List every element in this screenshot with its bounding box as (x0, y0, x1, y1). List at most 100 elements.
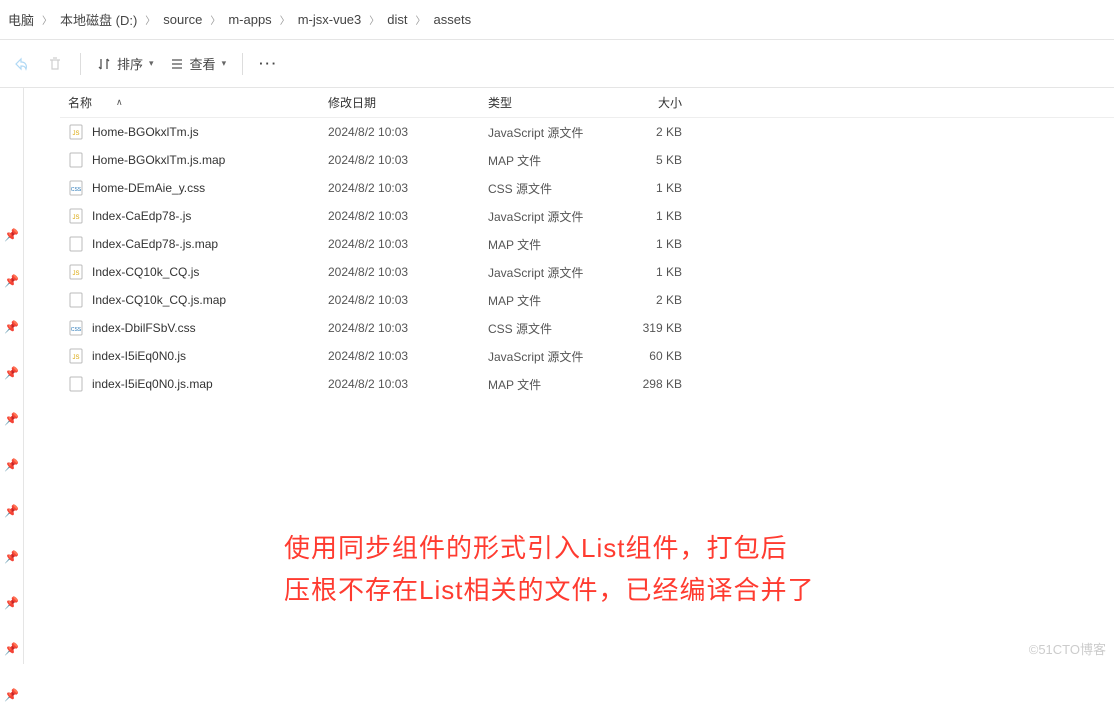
view-button[interactable]: 查看 ▾ (170, 54, 227, 73)
file-row[interactable]: CSSHome-DEmAie_y.css2024/8/2 10:03CSS 源文… (60, 174, 1114, 202)
file-row[interactable]: JSIndex-CaEdp78-.js2024/8/2 10:03JavaScr… (60, 202, 1114, 230)
sort-button[interactable]: 排序 ▾ (97, 54, 154, 73)
pin-icon[interactable]: 📌 (4, 504, 19, 518)
chevron-right-icon: 〉 (369, 12, 379, 27)
svg-text:JS: JS (72, 355, 79, 361)
svg-text:CSS: CSS (71, 187, 82, 193)
chevron-right-icon: 〉 (280, 12, 290, 27)
breadcrumb: 电脑 〉 本地磁盘 (D:) 〉 source 〉 m-apps 〉 m-jsx… (0, 0, 1114, 40)
col-type[interactable]: 类型 (480, 94, 610, 111)
file-type: CSS 源文件 (480, 320, 610, 337)
file-date: 2024/8/2 10:03 (320, 209, 480, 223)
file-name-cell: index-I5iEq0N0.js.map (60, 376, 320, 392)
file-date: 2024/8/2 10:03 (320, 265, 480, 279)
pin-icon[interactable]: 📌 (4, 688, 19, 702)
file-date: 2024/8/2 10:03 (320, 125, 480, 139)
file-size: 5 KB (610, 153, 690, 167)
file-size: 2 KB (610, 293, 690, 307)
file-icon: CSS (68, 180, 84, 196)
svg-text:CSS: CSS (71, 327, 82, 333)
file-type: JavaScript 源文件 (480, 264, 610, 281)
file-row[interactable]: Home-BGOkxlTm.js.map2024/8/2 10:03MAP 文件… (60, 146, 1114, 174)
view-label: 查看 (190, 54, 216, 73)
file-name: Index-CQ10k_CQ.js (92, 265, 199, 279)
file-name-cell: JSIndex-CQ10k_CQ.js (60, 264, 320, 280)
col-date[interactable]: 修改日期 (320, 94, 480, 111)
column-headers: 名称 ∧ 修改日期 类型 大小 (60, 88, 1114, 118)
svg-text:JS: JS (72, 131, 79, 137)
crumb-3[interactable]: m-apps (228, 12, 271, 27)
chevron-right-icon: 〉 (42, 12, 52, 27)
crumb-5[interactable]: dist (387, 12, 407, 27)
pin-icon[interactable]: 📌 (4, 320, 19, 334)
file-row[interactable]: JSHome-BGOkxlTm.js2024/8/2 10:03JavaScri… (60, 118, 1114, 146)
file-size: 60 KB (610, 349, 690, 363)
pin-icon[interactable]: 📌 (4, 228, 19, 242)
file-icon (68, 236, 84, 252)
annotation-line1: 使用同步组件的形式引入List组件，打包后 (284, 528, 814, 570)
file-date: 2024/8/2 10:03 (320, 237, 480, 251)
col-size[interactable]: 大小 (610, 94, 690, 111)
file-icon: JS (68, 348, 84, 364)
file-size: 298 KB (610, 377, 690, 391)
pin-icon[interactable]: 📌 (4, 550, 19, 564)
file-name-cell: Index-CaEdp78-.js.map (60, 236, 320, 252)
file-date: 2024/8/2 10:03 (320, 153, 480, 167)
chevron-down-icon: ▾ (149, 58, 154, 69)
file-row[interactable]: JS index-I5iEq0N0.js 2024/8/2 10:03JavaScr… (60, 342, 1114, 370)
delete-icon[interactable] (46, 55, 64, 73)
chevron-right-icon: 〉 (145, 12, 155, 27)
sort-label: 排序 (117, 54, 143, 73)
more-button[interactable]: ··· (259, 56, 278, 71)
file-row[interactable]: CSS index-DbilFSbV.css 2024/8/2 10:03CSS 源… (60, 314, 1114, 342)
pin-icon[interactable]: 📌 (4, 458, 19, 472)
col-name-label: 名称 (68, 94, 92, 111)
pin-icon[interactable]: 📌 (4, 274, 19, 288)
file-name: Index-CQ10k_CQ.js.map (92, 293, 226, 307)
annotation-line2: 压根不存在List相关的文件，已经编译合并了 (284, 570, 814, 612)
crumb-6[interactable]: assets (434, 12, 472, 27)
file-icon (68, 152, 84, 168)
file-size: 1 KB (610, 265, 690, 279)
file-name-cell: CSSHome-DEmAie_y.css (60, 180, 320, 196)
file-size: 1 KB (610, 181, 690, 195)
file-icon: CSS (68, 320, 84, 336)
crumb-1[interactable]: 本地磁盘 (D:) (60, 10, 137, 29)
file-name: Index-CaEdp78-.js.map (92, 237, 218, 251)
chevron-right-icon: 〉 (210, 12, 220, 27)
file-row[interactable]: JSIndex-CQ10k_CQ.js2024/8/2 10:03JavaScr… (60, 258, 1114, 286)
file-date: 2024/8/2 10:03 (320, 181, 480, 195)
pin-icon[interactable]: 📌 (4, 596, 19, 610)
annotation-text: 使用同步组件的形式引入List组件，打包后 压根不存在List相关的文件，已经编… (284, 528, 814, 611)
file-row[interactable]: Index-CaEdp78-.js.map 2024/8/2 10:03MAP 文… (60, 230, 1114, 258)
toolbar: 排序 ▾ 查看 ▾ ··· (0, 40, 1114, 88)
crumb-0[interactable]: 电脑 (8, 10, 34, 29)
file-size: 319 KB (610, 321, 690, 335)
file-name: index-I5iEq0N0.js (92, 349, 186, 363)
file-type: CSS 源文件 (480, 180, 610, 197)
pin-icon[interactable]: 📌 (4, 366, 19, 380)
file-type: JavaScript 源文件 (480, 348, 610, 365)
file-name: Home-BGOkxlTm.js (92, 125, 199, 139)
file-row[interactable]: Index-CQ10k_CQ.js.map2024/8/2 10:03MAP 文… (60, 286, 1114, 314)
file-icon (68, 292, 84, 308)
share-icon[interactable] (12, 55, 30, 73)
crumb-4[interactable]: m-jsx-vue3 (298, 12, 362, 27)
file-date: 2024/8/2 10:03 (320, 321, 480, 335)
file-type: MAP 文件 (480, 292, 610, 309)
chevron-down-icon: ▾ (222, 58, 227, 69)
file-date: 2024/8/2 10:03 (320, 349, 480, 363)
file-type: MAP 文件 (480, 376, 610, 393)
pin-icon[interactable]: 📌 (4, 642, 19, 656)
col-name[interactable]: 名称 ∧ (60, 94, 320, 111)
file-name-cell: Index-CQ10k_CQ.js.map (60, 292, 320, 308)
file-type: MAP 文件 (480, 236, 610, 253)
file-name: index-DbilFSbV.css (92, 321, 196, 335)
file-name-cell: JS Home-BGOkxlTm.js (60, 124, 320, 140)
file-size: 1 KB (610, 209, 690, 223)
file-row[interactable]: index-I5iEq0N0.js.map2024/8/2 10:03MAP 文… (60, 370, 1114, 398)
quick-access-bar: 📌 📌 📌 📌 📌 📌 📌 📌 📌 📌 📌 (0, 88, 24, 664)
crumb-2[interactable]: source (163, 12, 202, 27)
pin-icon[interactable]: 📌 (4, 412, 19, 426)
file-type: MAP 文件 (480, 152, 610, 169)
